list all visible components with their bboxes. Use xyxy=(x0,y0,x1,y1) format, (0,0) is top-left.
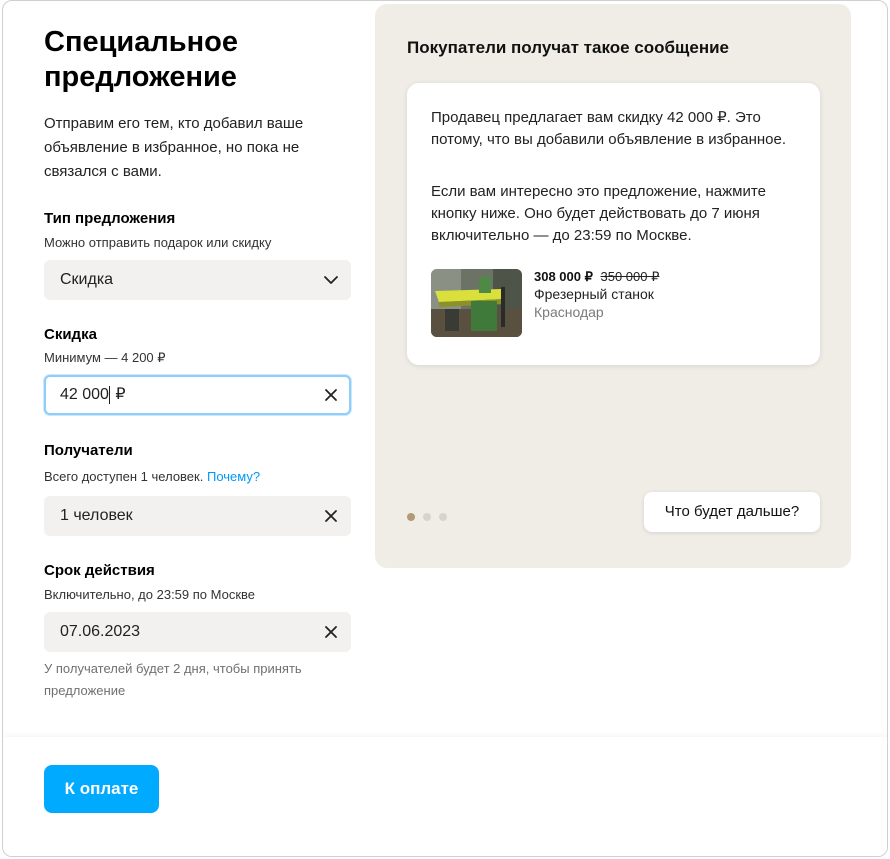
item-location: Краснодар xyxy=(534,304,604,320)
discount-label: Скидка xyxy=(44,326,97,343)
discount-input[interactable]: 42 000 ₽ xyxy=(44,375,351,415)
discount-currency: ₽ xyxy=(110,386,126,403)
validity-value: 07.06.2023 xyxy=(60,623,141,640)
message-paragraph: Если вам интересно это предложение, нажм… xyxy=(431,183,766,244)
page-subtitle: Отправим его тем, кто добавил ваше объяв… xyxy=(44,115,304,180)
offer-type-hint: Можно отправить подарок или скидку xyxy=(44,235,272,250)
recipients-field[interactable]: 1 человек xyxy=(44,496,351,536)
item-price-old: 350 000 ₽ xyxy=(600,269,660,284)
why-link[interactable]: Почему? xyxy=(207,469,260,484)
page-title: Специальное предложение xyxy=(44,26,238,93)
pagination-dot-active[interactable] xyxy=(407,513,415,521)
validity-hint: Включительно, до 23:59 по Москве xyxy=(44,587,256,602)
preview-title: Покупатели получат такое сообщение xyxy=(407,38,729,57)
pay-button[interactable]: К оплате xyxy=(44,765,159,813)
what-next-button[interactable]: Что будет дальше? xyxy=(644,492,820,532)
message-card: Продавец предлагает вам скидку 42 000 ₽.… xyxy=(407,83,820,365)
close-icon[interactable] xyxy=(323,508,339,524)
message-preview-panel: Покупатели получат такое сообщение Прода… xyxy=(375,4,851,568)
discount-value: 42 000 xyxy=(60,386,109,403)
recipients-value: 1 человек xyxy=(60,507,133,524)
discount-hint: Минимум — 4 200 ₽ xyxy=(44,350,166,365)
footer: К оплате xyxy=(3,737,887,856)
message-paragraph: Продавец предлагает вам скидку 42 000 ₽.… xyxy=(431,109,787,148)
close-icon[interactable] xyxy=(323,387,339,403)
pagination-dot[interactable] xyxy=(439,513,447,521)
item-title: Фрезерный станок xyxy=(534,286,654,302)
item-price-new: 308 000 ₽ xyxy=(534,269,593,284)
pagination-dot[interactable] xyxy=(423,513,431,521)
special-offer-modal: Специальное предложение Отправим его тем… xyxy=(2,0,888,857)
recipients-label: Получатели xyxy=(44,442,133,459)
validity-label: Срок действия xyxy=(44,562,155,579)
close-icon[interactable] xyxy=(323,624,339,640)
offer-type-value: Скидка xyxy=(60,271,114,288)
item-price-row: 308 000 ₽ 350 000 ₽ xyxy=(534,268,659,285)
carousel-pagination xyxy=(407,508,455,521)
recipients-hint: Всего доступен 1 человек. Почему? xyxy=(44,468,260,486)
validity-note: У получателей будет 2 дня, чтобы принять… xyxy=(44,661,302,698)
item-photo xyxy=(431,269,522,337)
validity-date-field[interactable]: 07.06.2023 xyxy=(44,612,351,652)
offer-type-label: Тип предложения xyxy=(44,210,176,227)
chevron-down-icon xyxy=(324,276,338,284)
text-cursor xyxy=(108,385,110,404)
recipients-hint-text: Всего доступен 1 человек. xyxy=(44,469,204,484)
offer-type-select[interactable]: Скидка xyxy=(44,260,351,300)
